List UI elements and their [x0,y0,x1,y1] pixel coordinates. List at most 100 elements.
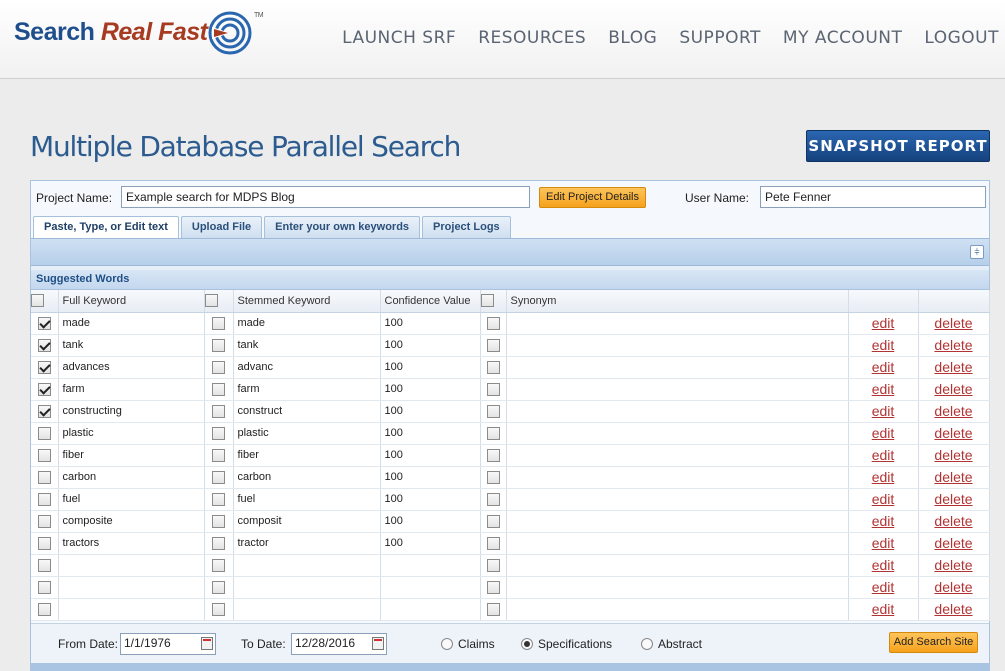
synonym-cell[interactable] [506,356,849,379]
delete-link[interactable]: delete [934,425,972,441]
user-name-input[interactable] [760,186,986,208]
synonym-checkbox[interactable] [486,360,500,374]
project-name-input[interactable] [121,186,530,208]
edit-link[interactable]: edit [872,513,895,529]
keyword-checkbox[interactable] [37,602,51,616]
synonym-cell[interactable] [506,334,849,357]
edit-link[interactable]: edit [872,601,895,617]
synonym-cell[interactable] [506,466,849,489]
stemmed-checkbox[interactable] [212,470,225,484]
keyword-checkbox[interactable] [37,536,51,550]
synonym-checkbox[interactable] [486,602,500,616]
delete-link[interactable]: delete [934,601,972,617]
delete-link[interactable]: delete [934,337,972,353]
nav-launch-srf[interactable]: LAUNCH SRF [342,28,456,48]
stemmed-checkbox[interactable] [212,316,225,330]
nav-logout[interactable]: LOGOUT [924,28,999,48]
delete-link[interactable]: delete [934,557,972,573]
stemmed-checkbox[interactable] [212,514,225,528]
stemmed-checkbox[interactable] [212,382,225,396]
delete-link[interactable]: delete [934,535,972,551]
edit-link[interactable]: edit [872,491,895,507]
stemmed-checkbox[interactable] [212,448,225,462]
radio-claims[interactable] [441,638,453,650]
synonym-cell[interactable] [506,400,849,423]
chevron-down-icon[interactable]: ⫩ [970,245,984,259]
to-date-field[interactable]: 12/28/2016 [291,633,387,655]
edit-link[interactable]: edit [872,315,895,331]
delete-link[interactable]: delete [934,359,972,375]
synonym-cell[interactable] [506,422,849,445]
select-all-synonym-checkbox[interactable] [480,294,494,308]
edit-link[interactable]: edit [872,579,895,595]
synonym-checkbox[interactable] [486,338,500,352]
synonym-cell[interactable] [506,444,849,467]
stemmed-checkbox[interactable] [212,602,225,616]
stemmed-checkbox[interactable] [212,404,225,418]
select-all-stemmed-checkbox[interactable] [204,294,218,308]
edit-link[interactable]: edit [872,469,895,485]
tab-paste-type-edit[interactable]: Paste, Type, or Edit text [33,216,179,238]
stemmed-checkbox[interactable] [212,426,225,440]
delete-link[interactable]: delete [934,491,972,507]
synonym-checkbox[interactable] [486,470,500,484]
select-all-full-checkbox[interactable] [31,294,44,308]
synonym-cell[interactable] [506,488,849,511]
keyword-checkbox[interactable] [37,492,51,506]
synonym-checkbox[interactable] [486,492,500,506]
snapshot-report-button[interactable]: SNAPSHOT REPORT [806,130,990,162]
from-date-field[interactable]: 1/1/1976 [120,633,216,655]
delete-link[interactable]: delete [934,315,972,331]
edit-link[interactable]: edit [872,403,895,419]
keyword-checkbox[interactable] [37,514,51,528]
delete-link[interactable]: delete [934,579,972,595]
synonym-checkbox[interactable] [486,382,500,396]
keyword-checkbox[interactable] [37,448,51,462]
delete-link[interactable]: delete [934,447,972,463]
stemmed-checkbox[interactable] [212,492,225,506]
nav-resources[interactable]: RESOURCES [478,28,586,48]
edit-project-details-button[interactable]: Edit Project Details [539,187,646,208]
edit-link[interactable]: edit [872,381,895,397]
edit-link[interactable]: edit [872,425,895,441]
delete-link[interactable]: delete [934,381,972,397]
synonym-cell[interactable] [506,576,849,599]
delete-link[interactable]: delete [934,469,972,485]
keyword-checkbox[interactable] [37,316,51,330]
radio-abstract[interactable] [641,638,653,650]
keyword-checkbox[interactable] [37,580,51,594]
edit-link[interactable]: edit [872,337,895,353]
stemmed-checkbox[interactable] [212,338,225,352]
synonym-cell[interactable] [506,378,849,401]
edit-link[interactable]: edit [872,447,895,463]
keyword-checkbox[interactable] [37,404,51,418]
synonym-cell[interactable] [506,312,849,335]
edit-link[interactable]: edit [872,557,895,573]
synonym-checkbox[interactable] [486,514,500,528]
keyword-checkbox[interactable] [37,558,51,572]
keyword-checkbox[interactable] [37,426,51,440]
edit-link[interactable]: edit [872,535,895,551]
stemmed-checkbox[interactable] [212,536,225,550]
nav-support[interactable]: SUPPORT [679,28,761,48]
delete-link[interactable]: delete [934,403,972,419]
keyword-checkbox[interactable] [37,338,51,352]
stemmed-checkbox[interactable] [212,580,225,594]
synonym-cell[interactable] [506,532,849,555]
synonym-cell[interactable] [506,554,849,577]
synonym-checkbox[interactable] [486,316,500,330]
synonym-checkbox[interactable] [486,448,500,462]
keyword-checkbox[interactable] [37,382,51,396]
nav-blog[interactable]: BLOG [608,28,657,48]
site-logo[interactable]: Search Real Fast TM [14,11,264,55]
radio-specifications[interactable] [521,638,533,650]
synonym-cell[interactable] [506,598,849,621]
synonym-checkbox[interactable] [486,426,500,440]
synonym-checkbox[interactable] [486,536,500,550]
keyword-checkbox[interactable] [37,360,51,374]
synonym-cell[interactable] [506,510,849,533]
calendar-icon[interactable] [372,637,384,650]
calendar-icon[interactable] [201,637,213,650]
nav-my-account[interactable]: MY ACCOUNT [783,28,902,48]
synonym-checkbox[interactable] [486,558,500,572]
